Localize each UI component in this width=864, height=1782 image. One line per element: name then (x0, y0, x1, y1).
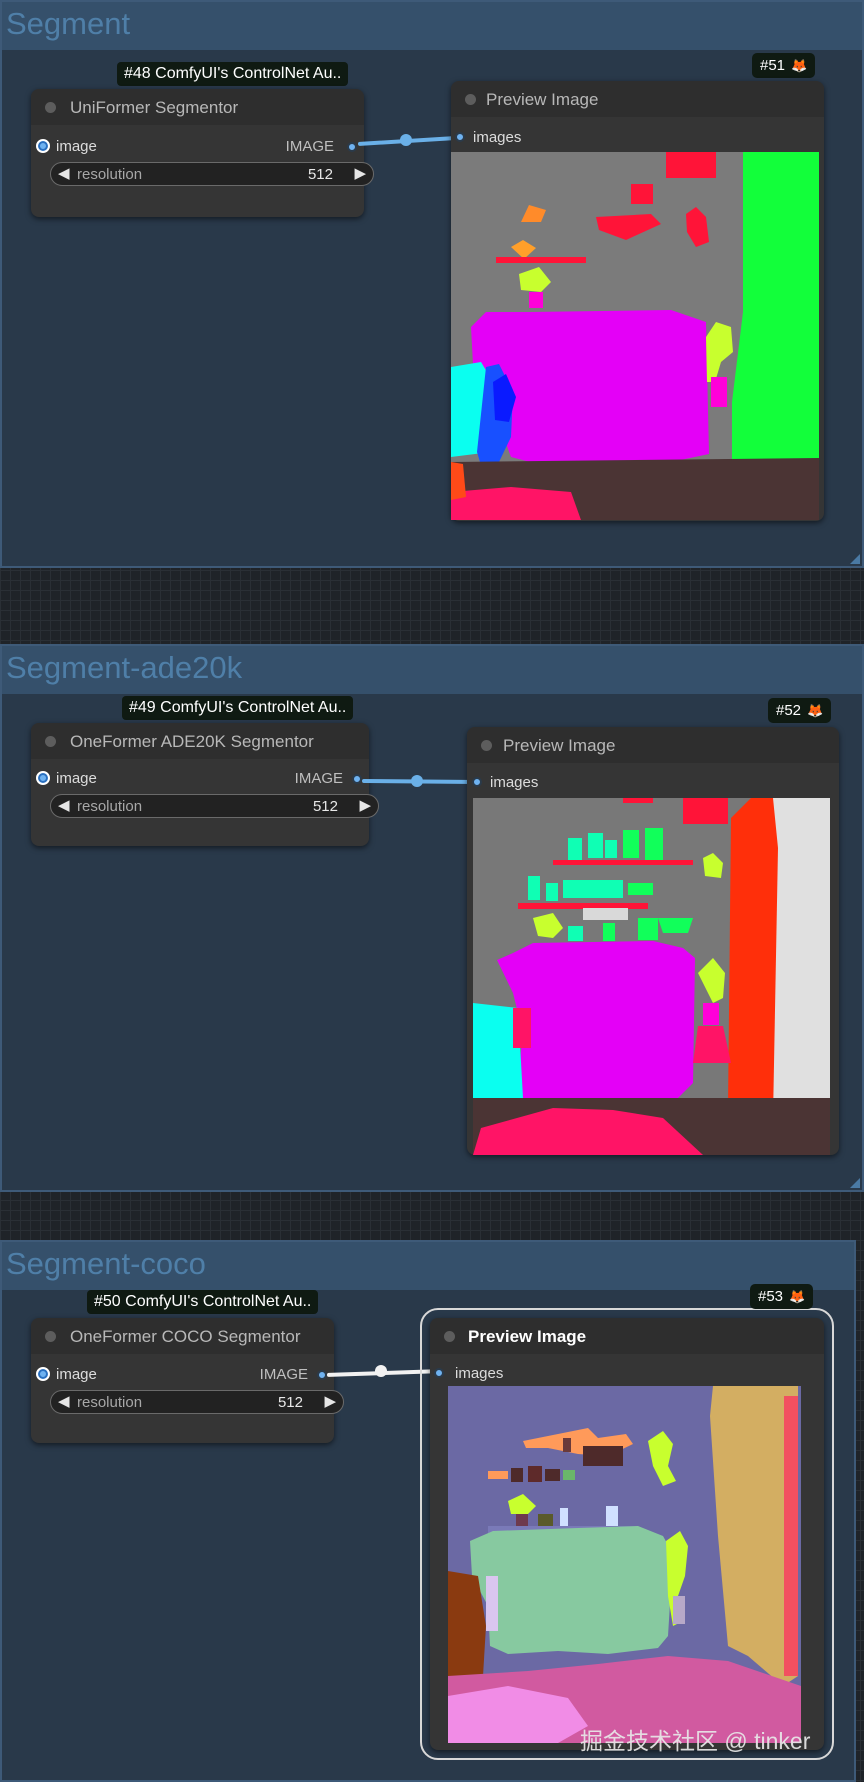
widget-value: 512 (312, 798, 338, 815)
increment-arrow-icon[interactable]: ▶ (324, 1392, 336, 1410)
node-title-bar[interactable]: Preview Image (451, 81, 824, 117)
link-midpoint[interactable] (375, 1365, 387, 1377)
node-title-bar[interactable]: UniFormer Segmentor (31, 89, 364, 125)
images-input-label: images (473, 129, 522, 146)
images-input-label: images (490, 774, 539, 791)
image-input-label: image (56, 138, 97, 155)
images-input-slot[interactable] (472, 777, 482, 787)
watermark: 掘金技术社区 @ tinker (580, 1728, 811, 1754)
image-input-slot[interactable] (36, 139, 50, 153)
link-midpoint[interactable] (411, 775, 423, 787)
node-title-bar[interactable]: Preview Image (430, 1318, 824, 1354)
group-resize-handle[interactable] (850, 1178, 860, 1188)
image-output-label: IMAGE (294, 770, 343, 787)
decrement-arrow-icon[interactable]: ◀ (58, 164, 70, 182)
images-input-label: images (455, 1365, 504, 1382)
resolution-widget[interactable]: ◀ resolution 512 ▶ (50, 162, 374, 186)
image-input-slot[interactable] (36, 771, 50, 785)
decrement-arrow-icon[interactable]: ◀ (58, 796, 70, 814)
preview-image-node[interactable]: Preview Image images (467, 727, 839, 1155)
fox-icon: 🦊 (791, 58, 808, 73)
preview-image-node[interactable]: Preview Image images (420, 1308, 834, 1760)
node-title-bar[interactable]: Preview Image (467, 727, 839, 763)
collapse-dot-icon[interactable] (45, 102, 56, 113)
group-title: Segment-ade20k (6, 650, 243, 685)
node-title-bar[interactable]: OneFormer ADE20K Segmentor (31, 723, 369, 759)
node-badge: #53 🦊 (750, 1284, 814, 1309)
node-title: Preview Image (486, 90, 599, 109)
node-title-bar[interactable]: OneFormer COCO Segmentor (31, 1318, 334, 1354)
decrement-arrow-icon[interactable]: ◀ (58, 1392, 70, 1410)
node-title: Preview Image (503, 736, 616, 755)
image-output-slot[interactable] (347, 142, 357, 152)
group-title: Segment-coco (6, 1246, 206, 1281)
node-id: #52 (776, 702, 802, 719)
group-header[interactable] (2, 2, 862, 50)
segmentation-preview-image[interactable] (473, 798, 830, 1155)
node-badge: #49 ComfyUI's ControlNet Au.. (122, 696, 354, 720)
images-input-slot[interactable] (434, 1368, 444, 1378)
group-title: Segment (6, 6, 131, 41)
oneformer-ade20k-segmentor-node[interactable]: OneFormer ADE20K Segmentor image IMAGE ◀… (31, 723, 379, 846)
widget-label: resolution (77, 1394, 143, 1411)
segmentation-preview-image[interactable] (451, 152, 819, 520)
node-badge: #50 ComfyUI's ControlNet Au.. (87, 1290, 319, 1314)
widget-label: resolution (77, 166, 143, 183)
images-input-slot[interactable] (455, 132, 465, 142)
node-id: #51 (760, 57, 786, 74)
collapse-dot-icon[interactable] (481, 740, 492, 751)
fox-icon: 🦊 (807, 703, 824, 718)
image-input-label: image (56, 1366, 97, 1383)
fox-icon: 🦊 (789, 1289, 806, 1304)
resolution-widget[interactable]: ◀ resolution 512 ▶ (50, 1390, 344, 1414)
group-resize-handle[interactable] (850, 554, 860, 564)
collapse-dot-icon[interactable] (45, 736, 56, 747)
node-title: UniFormer Segmentor (70, 98, 239, 117)
image-output-slot[interactable] (317, 1370, 327, 1380)
widget-value: 512 (307, 166, 333, 183)
image-output-slot[interactable] (352, 774, 362, 784)
image-output-label: IMAGE (259, 1366, 308, 1383)
uniformer-segmentor-node[interactable]: UniFormer Segmentor image IMAGE ◀ resolu… (31, 89, 374, 217)
image-input-slot[interactable] (36, 1367, 50, 1381)
preview-image-graphic (473, 798, 830, 1155)
node-badge: #48 ComfyUI's ControlNet Au.. (117, 62, 349, 86)
node-title: OneFormer COCO Segmentor (70, 1327, 301, 1346)
increment-arrow-icon[interactable]: ▶ (354, 164, 366, 182)
increment-arrow-icon[interactable]: ▶ (359, 796, 371, 814)
collapse-dot-icon[interactable] (465, 94, 476, 105)
link-midpoint[interactable] (400, 134, 412, 146)
image-input-label: image (56, 770, 97, 787)
image-output-label: IMAGE (285, 138, 334, 155)
preview-image-graphic (448, 1386, 801, 1743)
oneformer-coco-segmentor-node[interactable]: OneFormer COCO Segmentor image IMAGE ◀ r… (31, 1318, 344, 1443)
collapse-dot-icon[interactable] (45, 1331, 56, 1342)
preview-image-graphic (451, 152, 819, 520)
node-badge: #51 🦊 (752, 53, 816, 78)
node-title: Preview Image (468, 1327, 587, 1346)
node-title: OneFormer ADE20K Segmentor (70, 732, 314, 751)
resolution-widget[interactable]: ◀ resolution 512 ▶ (50, 794, 379, 818)
preview-image-node[interactable]: Preview Image images (451, 81, 824, 521)
node-badge: #52 🦊 (768, 698, 832, 723)
segmentation-preview-image[interactable] (448, 1386, 801, 1743)
node-id: #53 (758, 1288, 784, 1305)
widget-label: resolution (77, 798, 143, 815)
collapse-dot-icon[interactable] (444, 1331, 455, 1342)
widget-value: 512 (277, 1394, 303, 1411)
